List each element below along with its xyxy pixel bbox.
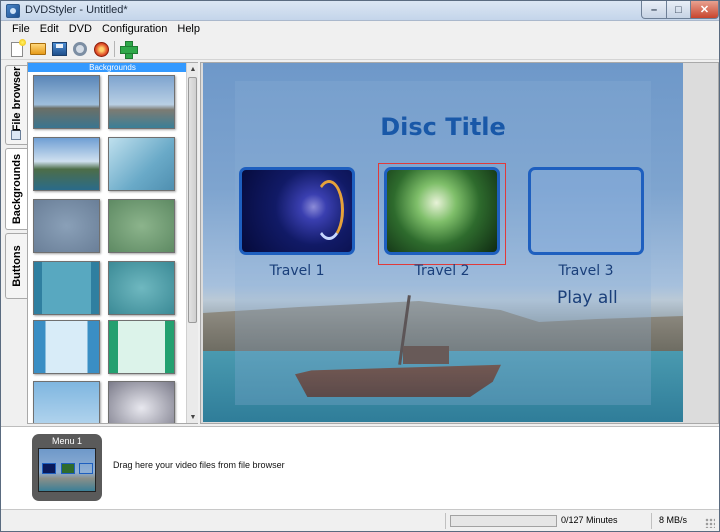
chapter-label-2[interactable]: Travel 2 xyxy=(384,263,500,279)
mini-chapter-3 xyxy=(79,463,93,474)
scroll-down-icon[interactable]: ▼ xyxy=(187,411,199,423)
background-thumbnail[interactable] xyxy=(108,137,175,191)
tab-buttons[interactable]: Buttons xyxy=(5,233,27,299)
mini-chapter-1 xyxy=(42,463,56,474)
scroll-thumb[interactable] xyxy=(188,77,197,323)
background-thumbnail[interactable] xyxy=(33,137,100,191)
maximize-button[interactable]: □ xyxy=(666,1,691,19)
bitrate-text: 8 MB/s xyxy=(659,515,688,525)
settings-button[interactable] xyxy=(71,40,89,58)
toolbar-separator xyxy=(114,41,115,57)
scroll-up-icon[interactable]: ▲ xyxy=(187,63,199,75)
new-icon xyxy=(11,38,26,57)
menu-thumbnail-label: Menu 1 xyxy=(51,436,83,446)
status-bar: 0/127 Minutes 8 MB/s xyxy=(1,509,719,531)
title-bar: DVDStyler - Untitled* – □ ✕ xyxy=(1,1,719,21)
background-thumbnail[interactable] xyxy=(108,199,175,253)
app-window: DVDStyler - Untitled* – □ ✕ File Edit DV… xyxy=(0,0,720,532)
sparkle-graphic xyxy=(314,180,344,240)
menu-dvd[interactable]: DVD xyxy=(64,21,97,38)
backgrounds-scrollbar[interactable]: ▲ ▼ xyxy=(186,63,198,423)
save-button[interactable] xyxy=(50,40,68,58)
background-thumbnail[interactable] xyxy=(33,261,100,315)
play-all-button[interactable]: Play all xyxy=(557,288,618,308)
background-thumbnail[interactable] xyxy=(108,320,175,374)
new-button[interactable] xyxy=(8,38,26,58)
burn-button[interactable] xyxy=(92,40,110,58)
open-icon xyxy=(30,43,46,55)
background-thumbnail[interactable] xyxy=(108,75,175,129)
menu-thumbnail[interactable]: Menu 1 xyxy=(32,434,102,501)
close-button[interactable]: ✕ xyxy=(690,1,719,19)
menu-file[interactable]: File xyxy=(7,21,35,38)
burn-icon xyxy=(93,41,109,57)
menu-help[interactable]: Help xyxy=(172,21,205,38)
backgrounds-header: Backgrounds xyxy=(28,63,197,72)
disc-title[interactable]: Disc Title xyxy=(203,113,683,141)
save-icon xyxy=(51,42,67,56)
status-separator xyxy=(445,513,446,529)
background-thumbnail[interactable] xyxy=(108,381,175,423)
backgrounds-panel: Backgrounds xyxy=(27,62,198,424)
menu-thumbnail-image xyxy=(38,448,96,492)
toolbar xyxy=(1,38,719,60)
window-title: DVDStyler - Untitled* xyxy=(25,4,128,16)
menu-canvas[interactable]: Disc Title Travel 1 Travel 2 Travel 3 Pl… xyxy=(203,63,683,422)
duration-text: 0/127 Minutes xyxy=(561,515,618,525)
drag-hint: Drag here your video files from file bro… xyxy=(113,460,285,470)
menu-bar: File Edit DVD Configuration Help xyxy=(1,21,719,38)
tab-file-browser[interactable]: File browser xyxy=(5,65,27,145)
background-thumbnail[interactable] xyxy=(33,320,100,374)
status-separator xyxy=(651,513,652,529)
chapter-label-1[interactable]: Travel 1 xyxy=(239,263,355,279)
settings-icon xyxy=(73,42,87,56)
minimize-button[interactable]: – xyxy=(641,1,667,19)
background-thumbnail[interactable] xyxy=(33,199,100,253)
menu-edit[interactable]: Edit xyxy=(35,21,64,38)
chapter-button-1[interactable] xyxy=(239,167,355,255)
background-thumbnail[interactable] xyxy=(33,75,100,129)
selection-frame xyxy=(378,163,506,265)
background-thumbnail[interactable] xyxy=(108,261,175,315)
resize-grip-icon[interactable] xyxy=(705,518,715,528)
app-icon xyxy=(6,4,20,18)
add-file-button[interactable] xyxy=(119,40,138,59)
titleset-panel[interactable]: Menu 1 Drag here your video files from f… xyxy=(1,426,719,509)
open-button[interactable] xyxy=(29,40,47,58)
folder-icon xyxy=(11,130,21,140)
menu-configuration[interactable]: Configuration xyxy=(97,21,172,38)
tab-backgrounds[interactable]: Backgrounds xyxy=(5,148,27,230)
background-thumbnail[interactable] xyxy=(33,381,100,423)
chapter-button-3[interactable] xyxy=(528,167,644,255)
chapter-label-3[interactable]: Travel 3 xyxy=(528,263,644,279)
tab-buttons-label: Buttons xyxy=(10,245,23,287)
mini-chapter-2 xyxy=(61,463,75,474)
tab-file-browser-label: File browser xyxy=(10,66,23,132)
disc-usage-progress xyxy=(450,515,557,527)
tab-backgrounds-label: Backgrounds xyxy=(10,153,23,225)
add-file-icon xyxy=(120,41,138,59)
